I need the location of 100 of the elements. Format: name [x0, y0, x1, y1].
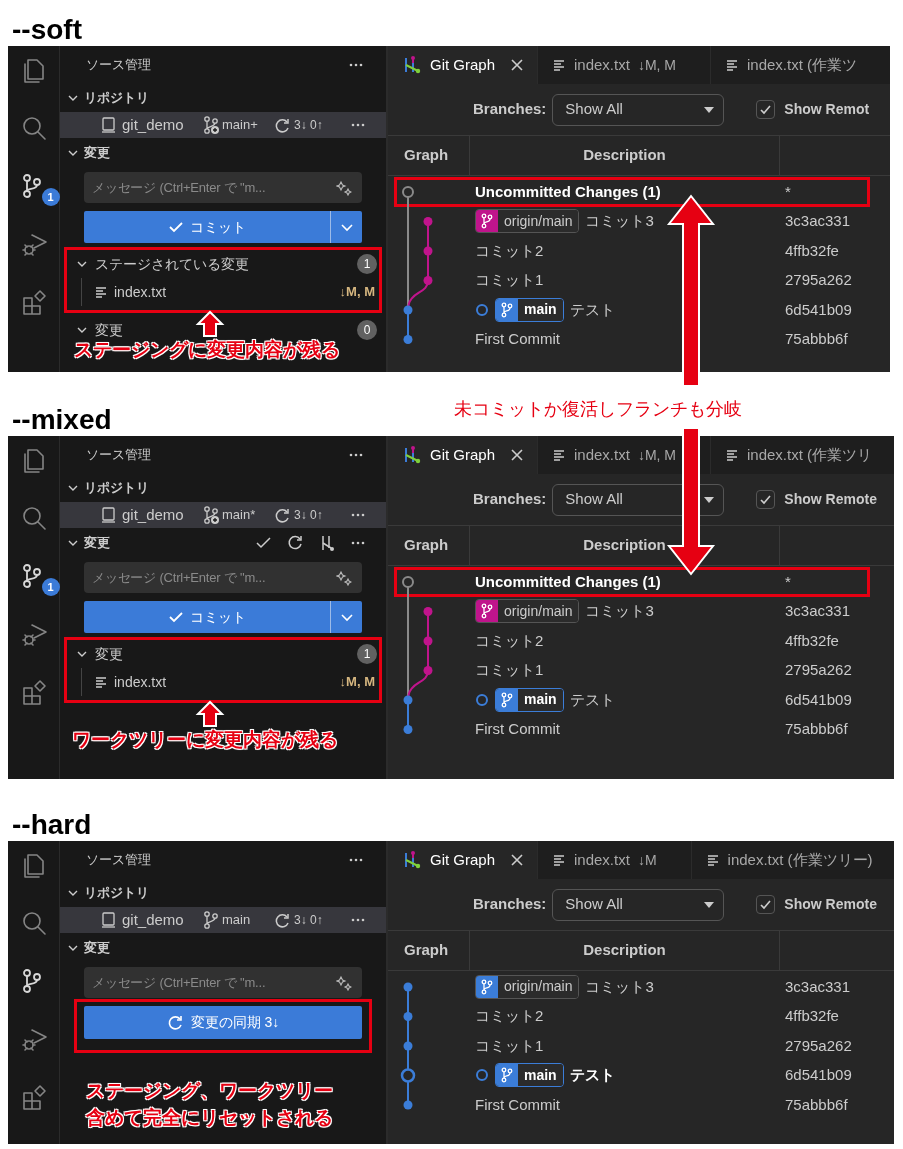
sync-changes-button[interactable]: 変更の同期 3↓ — [84, 1006, 362, 1039]
annotation-caption: ワークツリーに変更内容が残る — [72, 728, 338, 752]
commit-hash: 2795a262 — [785, 270, 852, 290]
close-icon[interactable] — [509, 57, 526, 73]
branch-icon[interactable] — [202, 910, 220, 930]
sync-icon[interactable] — [274, 912, 290, 928]
branch-icon[interactable] — [202, 505, 220, 525]
panel-title: ソース管理 — [86, 851, 151, 870]
sync-status[interactable]: 3↓ 0↑ — [294, 911, 323, 929]
commit-message: コミット2 — [475, 240, 544, 261]
field-label: Branches: — [473, 99, 547, 120]
branch-name[interactable]: main — [222, 910, 272, 930]
commit-message: Uncommitted Changes (1) — [475, 181, 661, 202]
checkbox[interactable] — [756, 100, 776, 119]
file-lines-icon — [725, 58, 739, 72]
section-header: リポジトリ — [84, 89, 149, 108]
branch-tag[interactable]: main — [495, 687, 564, 712]
commit-hash: * — [785, 181, 791, 202]
caret-down-icon — [703, 495, 716, 504]
laptop-icon — [100, 911, 117, 929]
head-marker-icon — [475, 302, 489, 317]
branch-name[interactable]: main+ — [222, 115, 272, 135]
group-header[interactable]: 変更 1 — [67, 640, 379, 668]
file-lines-icon — [725, 448, 739, 462]
field-label: Branches: — [473, 489, 547, 510]
column-header: Graph — [404, 535, 449, 556]
commit-message: テスト — [569, 1065, 615, 1085]
caret-down-icon — [703, 105, 716, 114]
field-label: Branches: — [473, 894, 547, 915]
commit-button[interactable]: コミット — [84, 211, 330, 243]
column-header: Description — [583, 535, 666, 556]
column-header: Description — [583, 145, 666, 166]
commit-message: コミット2 — [475, 630, 544, 651]
commit-message: First Commit — [475, 329, 560, 349]
branch-tag[interactable]: origin/main — [475, 974, 580, 999]
file-item[interactable]: index.txt ↓M, M — [67, 668, 379, 696]
branch-tag[interactable]: origin/main — [475, 209, 580, 234]
editor-tab[interactable]: Git Graph — [388, 436, 538, 474]
file-lines-icon — [552, 853, 566, 867]
sparkle-icon[interactable] — [336, 180, 352, 196]
commit-message: First Commit — [475, 719, 560, 739]
file-lines-icon — [705, 853, 720, 867]
close-icon[interactable] — [509, 447, 526, 463]
checkbox[interactable] — [756, 895, 776, 914]
source-control-icon[interactable] — [22, 969, 41, 993]
git-graph-icon — [402, 445, 422, 465]
file-item[interactable]: index.txt ↓M, M — [67, 278, 379, 306]
panel-title: ソース管理 — [86, 446, 151, 465]
sync-icon[interactable] — [274, 117, 290, 133]
branch-tag[interactable]: main — [495, 1063, 564, 1088]
sparkle-icon[interactable] — [336, 975, 352, 991]
commit-button[interactable]: コミット — [84, 601, 330, 633]
section-header: 変更 — [84, 939, 110, 958]
sparkle-icon[interactable] — [336, 570, 352, 586]
head-marker-icon — [475, 692, 489, 707]
commit-message: Uncommitted Changes (1) — [475, 571, 661, 592]
branches-dropdown[interactable]: Show All — [552, 93, 725, 126]
check-icon — [759, 898, 773, 911]
dropdown-button[interactable] — [330, 601, 362, 633]
notification-badge: 1 — [41, 188, 60, 206]
commit-hash: 2795a262 — [785, 660, 852, 680]
branch-icon[interactable] — [202, 115, 220, 135]
source-control-icon[interactable] — [22, 564, 41, 588]
checkbox[interactable] — [756, 490, 776, 509]
dropdown-button[interactable] — [330, 211, 362, 243]
file-lines-icon — [94, 675, 108, 689]
head-marker-icon — [475, 1068, 489, 1083]
source-control-icon[interactable] — [22, 174, 41, 198]
refresh-icon[interactable] — [286, 534, 304, 552]
close-icon[interactable] — [509, 852, 526, 868]
commit-message-field[interactable]: メッセージ (Ctrl+Enter で "m... — [84, 172, 362, 203]
checkbox-label[interactable]: Show Remot — [784, 99, 870, 120]
check-icon — [759, 493, 773, 506]
commit-message-field[interactable]: メッセージ (Ctrl+Enter で "m... — [84, 967, 362, 998]
branches-dropdown[interactable]: Show All — [552, 888, 725, 921]
editor-tab[interactable]: Git Graph — [388, 841, 538, 879]
sync-icon — [166, 1013, 185, 1032]
branch-tag[interactable]: origin/main — [475, 599, 580, 624]
editor-tab[interactable]: Git Graph — [388, 46, 538, 84]
branch-name[interactable]: main* — [222, 505, 272, 525]
checkbox-label[interactable]: Show Remote — [784, 489, 877, 510]
commit-message: コミット1 — [475, 1035, 544, 1056]
commit-message-field[interactable]: メッセージ (Ctrl+Enter で "m... — [84, 562, 362, 593]
commit-hash: * — [785, 571, 791, 592]
sync-status[interactable]: 3↓ 0↑ — [294, 506, 323, 524]
laptop-icon — [100, 506, 117, 524]
section-header: リポジトリ — [84, 884, 149, 903]
commit-message: コミット2 — [475, 1006, 544, 1026]
branches-dropdown[interactable]: Show All — [552, 483, 725, 516]
sync-icon[interactable] — [274, 507, 290, 523]
annotation-caption: ステージング、ワークツリー 含めて完全にリセットされる — [86, 1079, 333, 1130]
commit-hash: 2795a262 — [785, 1035, 852, 1056]
branch-tag[interactable]: main — [495, 297, 564, 322]
checkbox-label[interactable]: Show Remote — [784, 894, 877, 915]
commit-message: コミット1 — [475, 270, 544, 290]
commit-message: コミット3 — [585, 601, 654, 621]
section-header: 変更 — [84, 534, 110, 553]
branch-tag-label: main — [518, 1064, 563, 1087]
sync-status[interactable]: 3↓ 0↑ — [294, 116, 323, 134]
group-header[interactable]: ステージされている変更 1 — [67, 250, 379, 278]
